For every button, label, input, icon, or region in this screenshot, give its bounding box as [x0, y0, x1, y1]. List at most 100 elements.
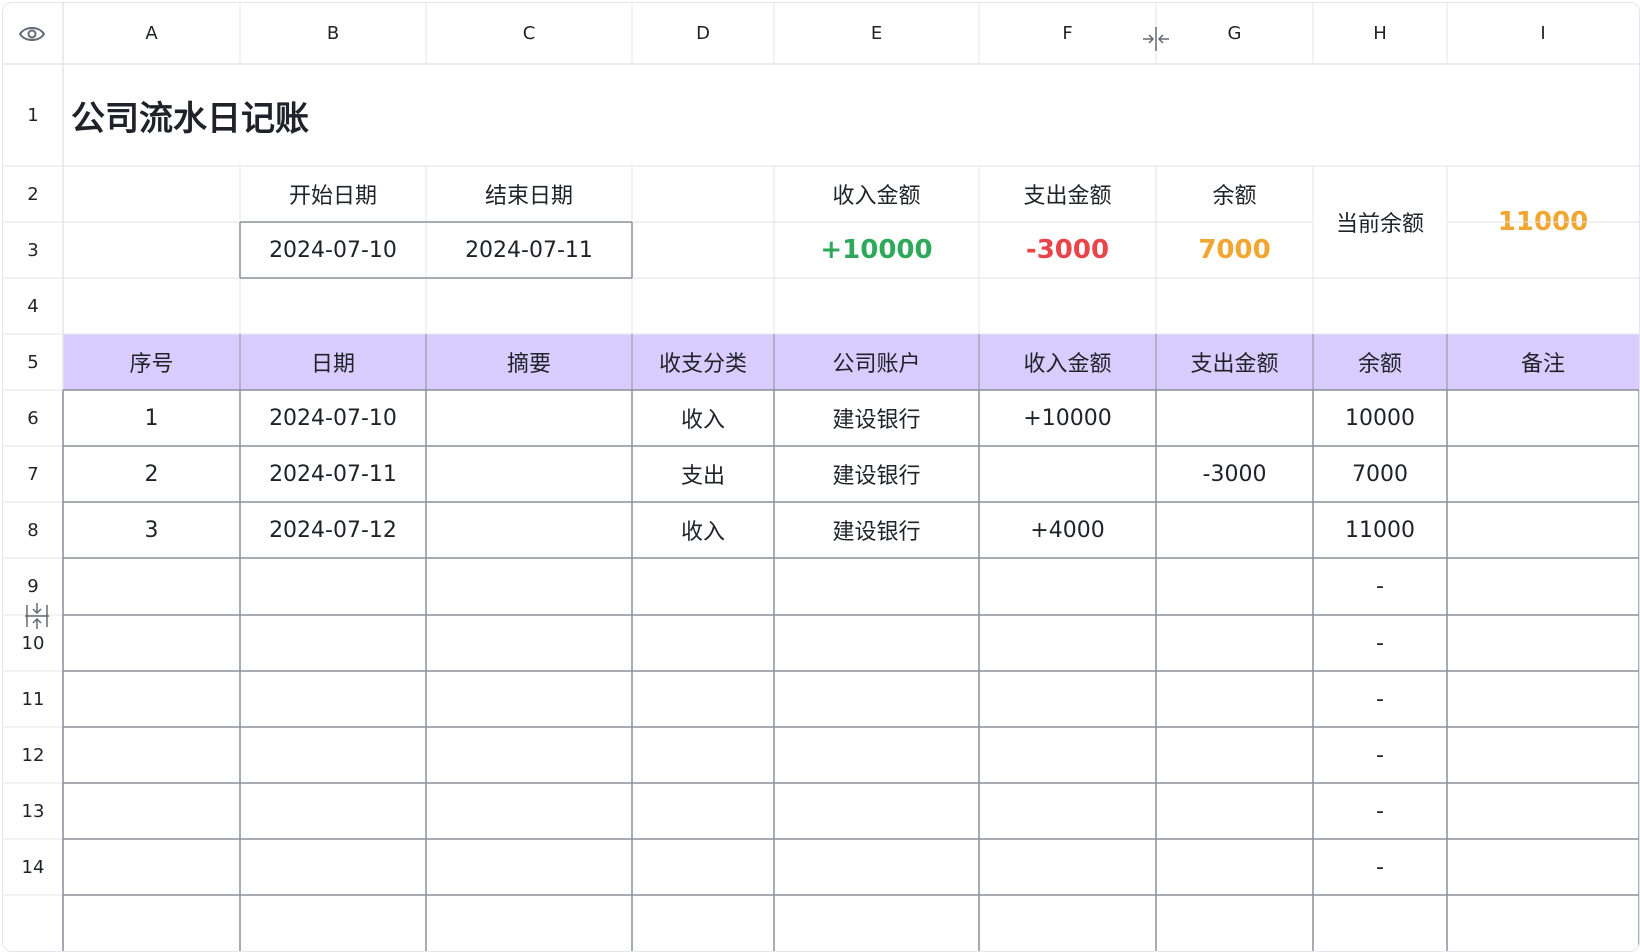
- table-cell[interactable]: +4000: [979, 502, 1156, 558]
- table-cell[interactable]: [1156, 390, 1313, 446]
- sheet-title[interactable]: 公司流水日记账: [63, 64, 1639, 166]
- table-cell[interactable]: [1156, 502, 1313, 558]
- table-cell[interactable]: -: [1313, 727, 1447, 783]
- table-cell[interactable]: 建设银行: [774, 390, 979, 446]
- table-cell[interactable]: [774, 727, 979, 783]
- table-cell[interactable]: [979, 671, 1156, 727]
- table-cell[interactable]: -: [1313, 558, 1447, 615]
- table-cell[interactable]: [1447, 615, 1639, 671]
- table-cell[interactable]: 7000: [1313, 446, 1447, 502]
- expense-total-label[interactable]: 支出金额: [979, 166, 1156, 222]
- column-header-c[interactable]: C: [426, 3, 632, 64]
- expense-total-value[interactable]: -3000: [979, 222, 1156, 278]
- row-resize-icon[interactable]: [23, 601, 51, 631]
- table-cell[interactable]: [632, 727, 774, 783]
- table-cell[interactable]: [774, 558, 979, 615]
- table-cell[interactable]: [426, 558, 632, 615]
- table-cell[interactable]: [774, 839, 979, 895]
- table-cell[interactable]: 11000: [1313, 502, 1447, 558]
- table-cell[interactable]: [632, 839, 774, 895]
- table-cell[interactable]: 2024-07-11: [240, 446, 426, 502]
- column-header-b[interactable]: B: [240, 3, 426, 64]
- table-cell[interactable]: 2024-07-12: [240, 502, 426, 558]
- table-cell[interactable]: [240, 558, 426, 615]
- column-header-g[interactable]: G: [1156, 3, 1313, 64]
- table-cell[interactable]: 3: [63, 502, 240, 558]
- table-cell[interactable]: 2: [63, 446, 240, 502]
- table-cell[interactable]: [1447, 727, 1639, 783]
- column-header-d[interactable]: D: [632, 3, 774, 64]
- table-cell[interactable]: [426, 615, 632, 671]
- table-cell[interactable]: [1447, 558, 1639, 615]
- table-cell[interactable]: [632, 783, 774, 839]
- table-cell[interactable]: [979, 727, 1156, 783]
- column-header-i[interactable]: I: [1447, 3, 1639, 64]
- table-cell[interactable]: [426, 671, 632, 727]
- table-cell[interactable]: 收入: [632, 502, 774, 558]
- row-header-1[interactable]: 1: [3, 64, 63, 166]
- row-header-5[interactable]: 5: [3, 334, 63, 390]
- column-header-f[interactable]: F: [979, 3, 1156, 64]
- table-cell[interactable]: 支出: [632, 446, 774, 502]
- table-cell[interactable]: [1156, 727, 1313, 783]
- table-cell[interactable]: [426, 783, 632, 839]
- table-cell[interactable]: 建设银行: [774, 502, 979, 558]
- table-cell[interactable]: [63, 671, 240, 727]
- table-cell[interactable]: [979, 839, 1156, 895]
- table-cell[interactable]: -3000: [1156, 446, 1313, 502]
- table-header-cell[interactable]: 日期: [240, 334, 426, 390]
- balance-total-label[interactable]: 余额: [1156, 166, 1313, 222]
- table-cell[interactable]: [979, 446, 1156, 502]
- table-cell[interactable]: [240, 783, 426, 839]
- table-cell[interactable]: [1156, 615, 1313, 671]
- table-cell[interactable]: [426, 502, 632, 558]
- table-cell[interactable]: [1156, 671, 1313, 727]
- table-cell[interactable]: [426, 727, 632, 783]
- table-cell[interactable]: [426, 390, 632, 446]
- table-cell[interactable]: -: [1313, 671, 1447, 727]
- table-cell[interactable]: 1: [63, 390, 240, 446]
- income-total-label[interactable]: 收入金额: [774, 166, 979, 222]
- table-cell[interactable]: [1156, 783, 1313, 839]
- table-cell[interactable]: [1447, 390, 1639, 446]
- table-header-cell[interactable]: 余额: [1313, 334, 1447, 390]
- table-cell[interactable]: [240, 615, 426, 671]
- table-cell[interactable]: 收入: [632, 390, 774, 446]
- table-cell[interactable]: [1156, 839, 1313, 895]
- table-header-cell[interactable]: 支出金额: [1156, 334, 1313, 390]
- table-cell[interactable]: [774, 615, 979, 671]
- row-header-14[interactable]: 14: [3, 839, 63, 895]
- end-date-value[interactable]: 2024-07-11: [426, 222, 632, 278]
- end-date-label[interactable]: 结束日期: [426, 166, 632, 222]
- table-cell[interactable]: [63, 783, 240, 839]
- column-header-e[interactable]: E: [774, 3, 979, 64]
- income-total-value[interactable]: +10000: [774, 222, 979, 278]
- table-cell[interactable]: [1447, 839, 1639, 895]
- table-cell[interactable]: [979, 615, 1156, 671]
- table-header-cell[interactable]: 摘要: [426, 334, 632, 390]
- table-cell[interactable]: 10000: [1313, 390, 1447, 446]
- table-cell[interactable]: [426, 446, 632, 502]
- table-cell[interactable]: [63, 839, 240, 895]
- table-cell[interactable]: [979, 783, 1156, 839]
- start-date-value[interactable]: 2024-07-10: [240, 222, 426, 278]
- table-header-cell[interactable]: 公司账户: [774, 334, 979, 390]
- table-header-cell[interactable]: 收支分类: [632, 334, 774, 390]
- current-balance-value[interactable]: 11000: [1447, 166, 1639, 278]
- start-date-label[interactable]: 开始日期: [240, 166, 426, 222]
- table-cell[interactable]: 2024-07-10: [240, 390, 426, 446]
- table-cell[interactable]: [1447, 446, 1639, 502]
- row-header-3[interactable]: 3: [3, 222, 63, 278]
- row-header-8[interactable]: 8: [3, 502, 63, 558]
- table-cell[interactable]: [63, 615, 240, 671]
- row-header-7[interactable]: 7: [3, 446, 63, 502]
- table-cell[interactable]: [632, 615, 774, 671]
- column-header-h[interactable]: H: [1313, 3, 1447, 64]
- table-cell[interactable]: -: [1313, 783, 1447, 839]
- row-header-11[interactable]: 11: [3, 671, 63, 727]
- row-header-6[interactable]: 6: [3, 390, 63, 446]
- table-cell[interactable]: [1447, 671, 1639, 727]
- table-cell[interactable]: [63, 558, 240, 615]
- table-header-cell[interactable]: 备注: [1447, 334, 1639, 390]
- table-cell[interactable]: -: [1313, 839, 1447, 895]
